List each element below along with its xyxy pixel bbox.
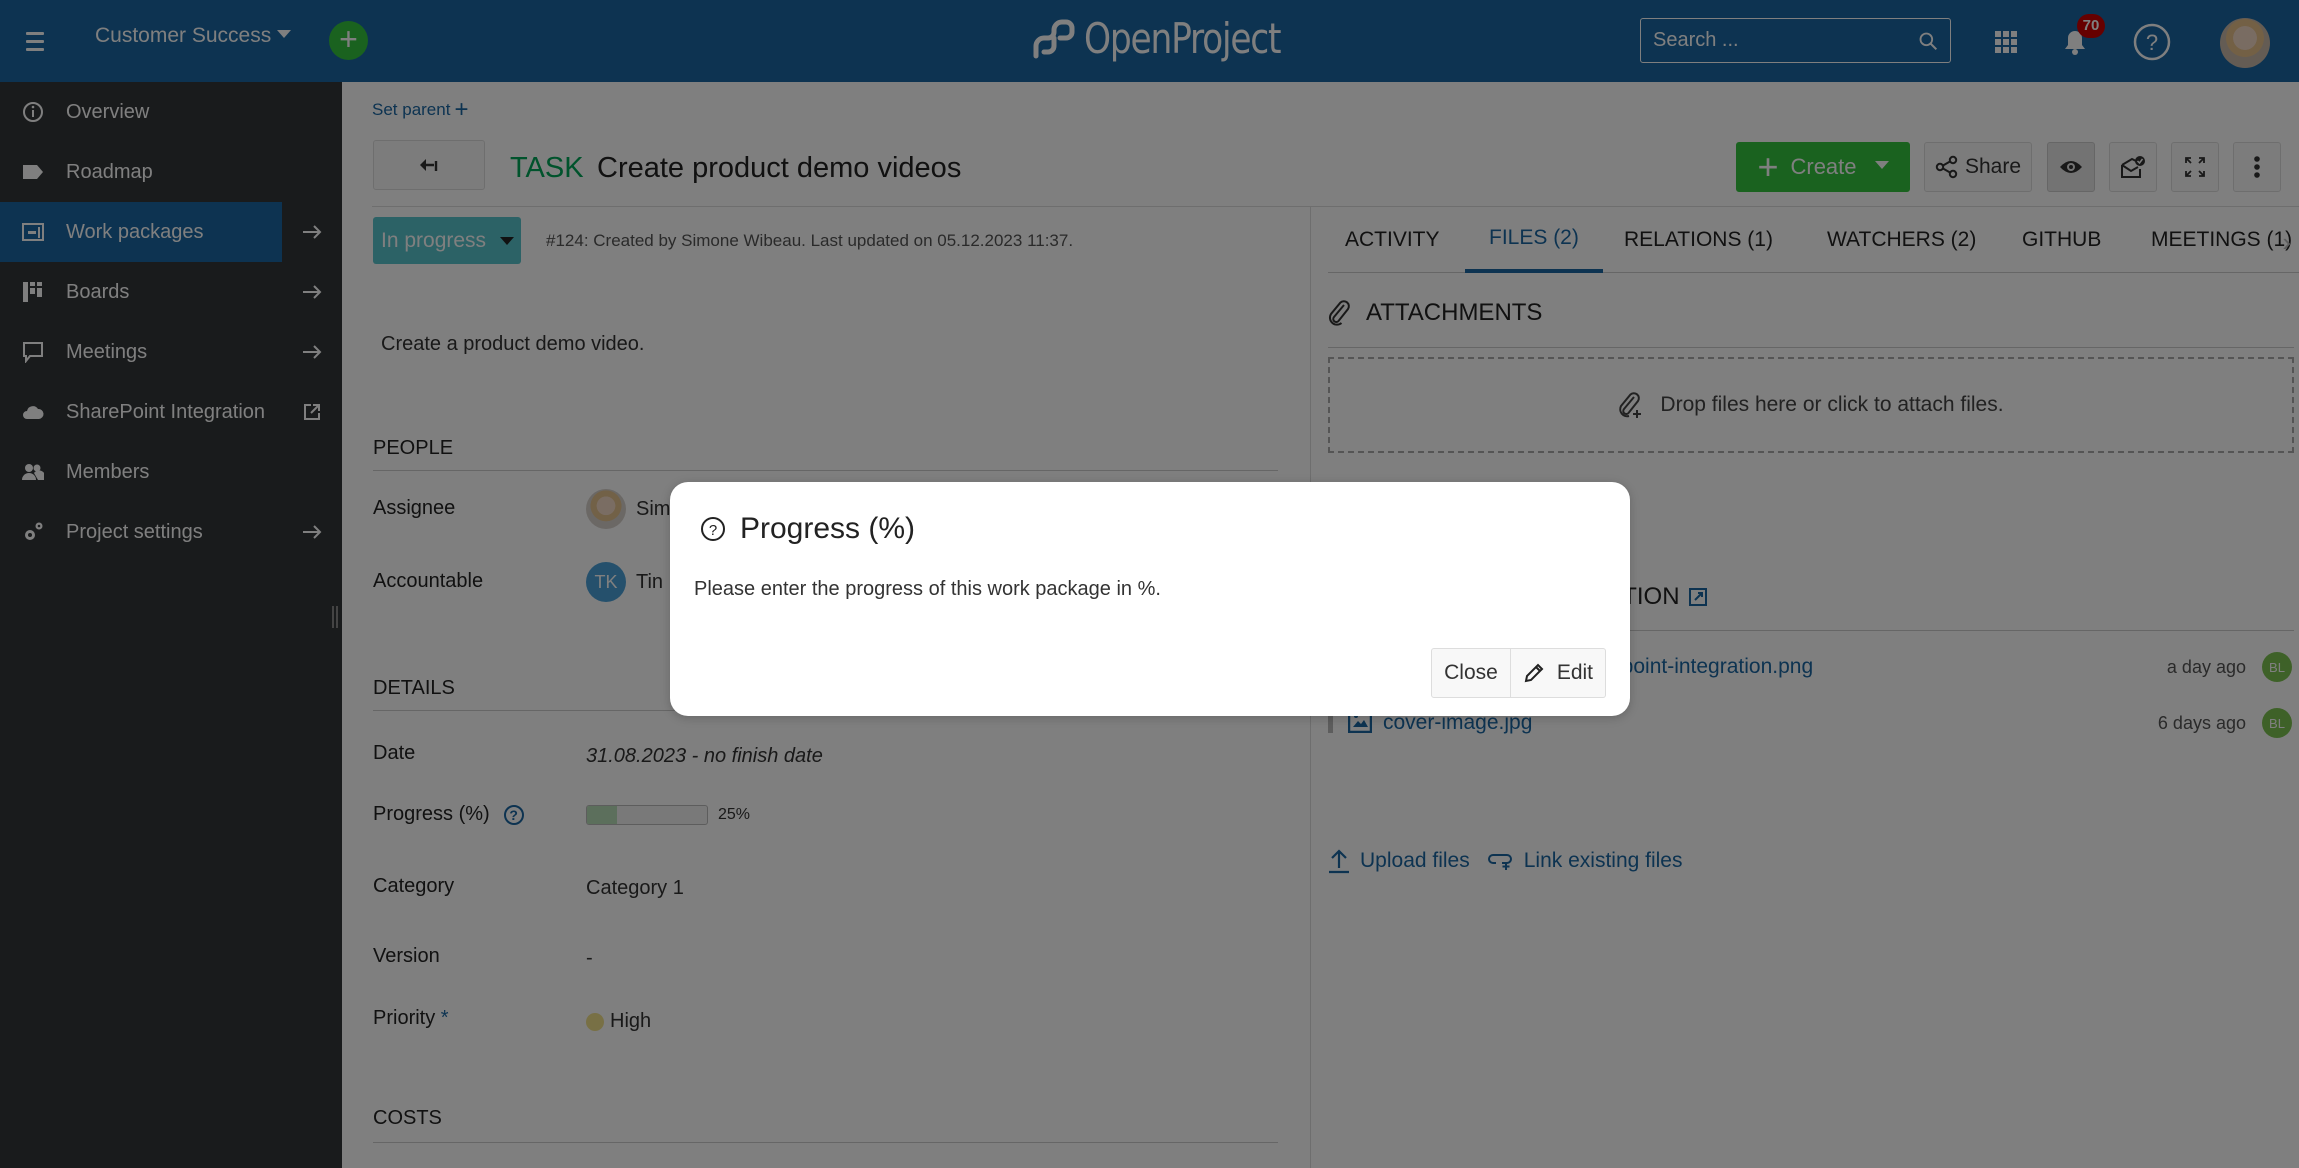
svg-text:?: ? [709, 522, 717, 539]
modal-actions: Close Edit [1431, 648, 1606, 698]
modal-title-row: ? Progress (%) [700, 512, 915, 546]
help-icon: ? [701, 517, 725, 541]
modal-title: Progress (%) [740, 512, 916, 545]
edit-button[interactable]: Edit [1510, 648, 1606, 698]
modal-text: Please enter the progress of this work p… [694, 578, 1161, 600]
progress-help-modal: ? Progress (%) Please enter the progress… [670, 482, 1630, 716]
edit-label: Edit [1556, 661, 1593, 684]
close-button[interactable]: Close [1431, 648, 1511, 698]
pencil-icon [1524, 663, 1544, 683]
close-label: Close [1444, 661, 1498, 684]
